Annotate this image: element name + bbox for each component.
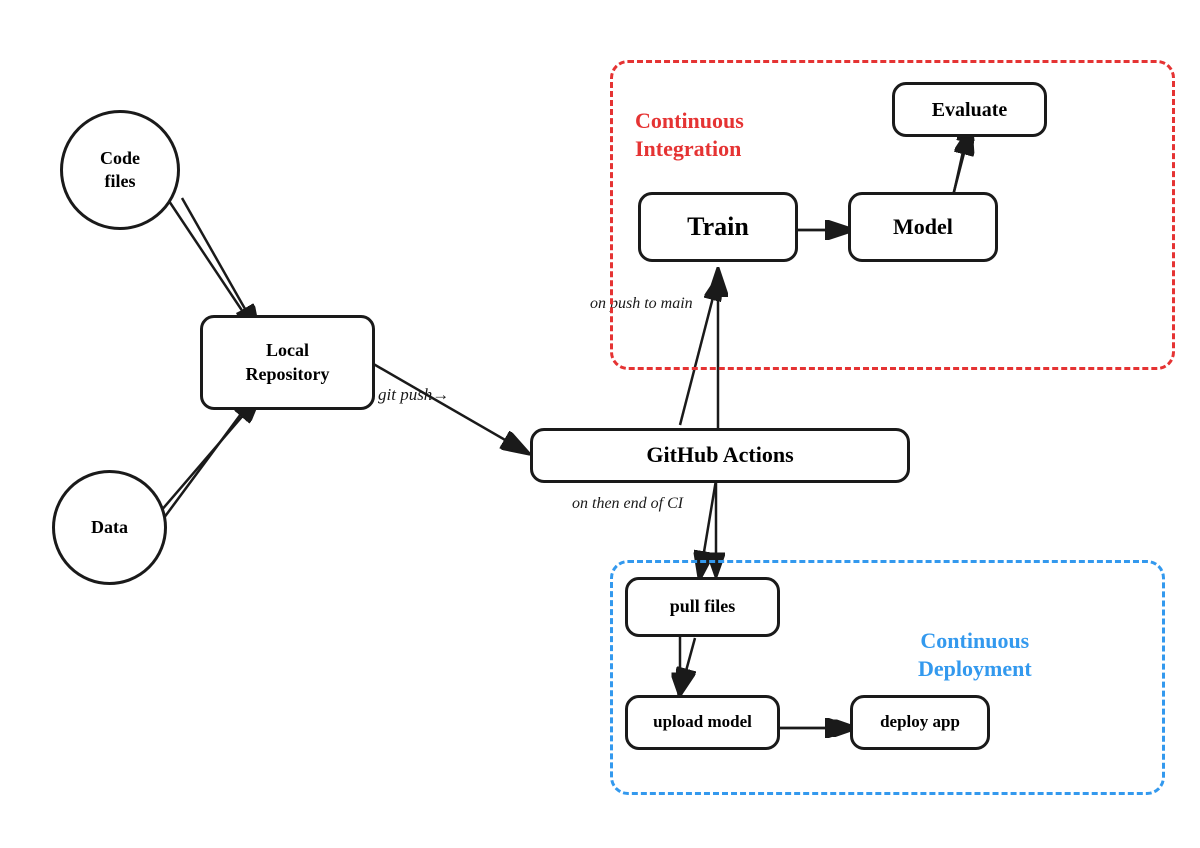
arrow-data-repo: [160, 398, 258, 512]
arrow-codefiles-to-repo: [165, 195, 255, 330]
diagram: Code files Data Local Repository git pus…: [0, 0, 1200, 848]
upload-model-node: upload model: [625, 695, 780, 750]
deploy-app-node: deploy app: [850, 695, 990, 750]
pull-files-node: pull files: [625, 577, 780, 637]
data-node: Data: [52, 470, 167, 585]
arrow-code-repo: [182, 198, 257, 330]
local-repo-node: Local Repository: [200, 315, 375, 410]
git-push-label: git push→: [378, 385, 449, 405]
on-end-ci-label: on then end of CI: [572, 495, 683, 513]
github-actions-node: GitHub Actions: [530, 428, 910, 483]
train-node: Train: [638, 192, 798, 262]
ci-label: Continuous Integration: [635, 78, 744, 164]
evaluate-node: Evaluate: [892, 82, 1047, 137]
arrow-repo-github: [370, 362, 526, 452]
cd-label: Continuous Deployment: [918, 598, 1032, 684]
code-files-node: Code files: [60, 110, 180, 230]
arrow-data-to-repo: [155, 395, 255, 530]
model-node: Model: [848, 192, 998, 262]
